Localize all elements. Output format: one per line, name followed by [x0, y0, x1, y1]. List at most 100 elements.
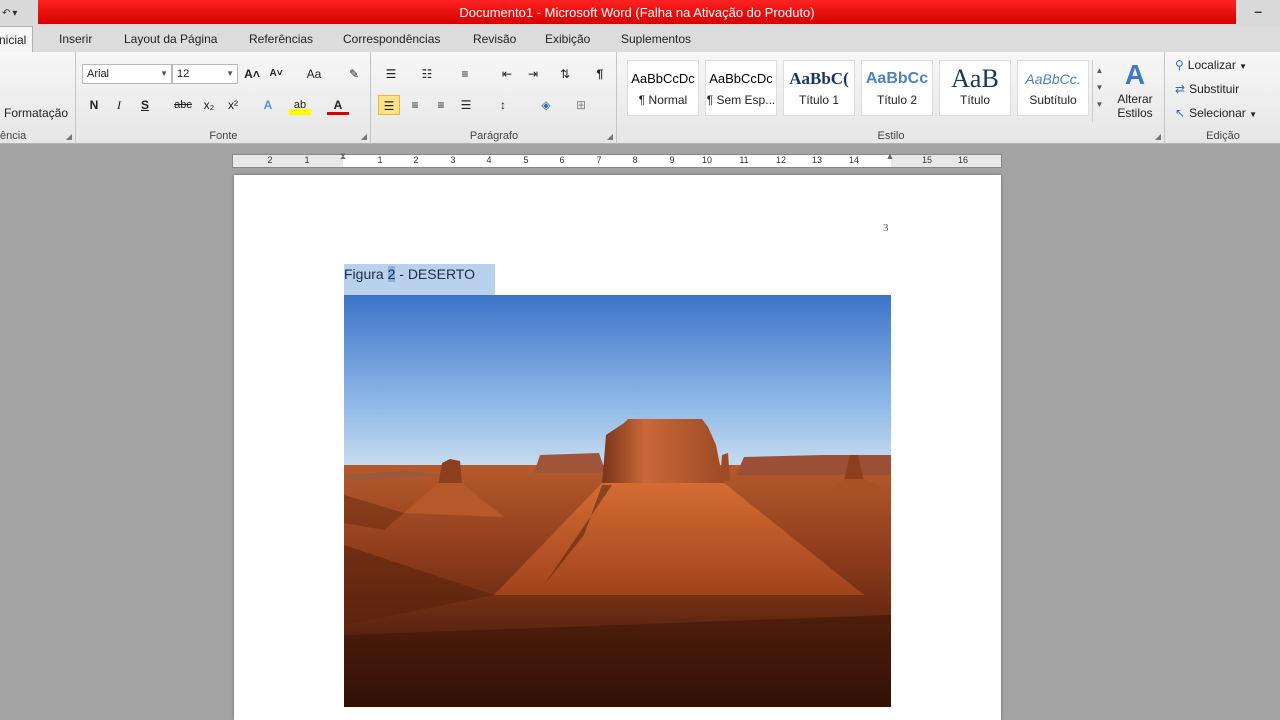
styles-scroll[interactable]: ▲ ▼ ▼	[1092, 60, 1106, 122]
tab-correspondencias[interactable]: Correspondências	[343, 32, 440, 46]
tab-inserir[interactable]: Inserir	[59, 32, 92, 46]
clipboard-group: Formatação ência ◢	[0, 52, 76, 144]
style-name: Subtítulo	[1029, 93, 1077, 107]
chevron-down-icon: ▼	[1239, 62, 1248, 71]
tab-revisao[interactable]: Revisão	[473, 32, 516, 46]
dialog-launcher-icon[interactable]: ◢	[1155, 132, 1161, 141]
clipboard-group-label: ência	[0, 130, 27, 142]
ruler-text-area	[343, 155, 891, 167]
dialog-launcher-icon[interactable]: ◢	[361, 132, 367, 141]
style-preview: AaBbC(	[789, 69, 849, 88]
style-heading-1[interactable]: AaBbC( Título 1	[783, 60, 855, 116]
customize-qat-icon[interactable]: ▾	[12, 8, 17, 19]
style-name: Título	[959, 93, 990, 107]
format-painter-button[interactable]: Formatação	[4, 106, 68, 120]
change-styles-label-1: Alterar	[1117, 92, 1153, 106]
sort-icon[interactable]: ⇅	[554, 64, 576, 84]
multilevel-list-icon[interactable]: ≡	[454, 64, 476, 84]
increase-indent-icon[interactable]: ⇥	[522, 64, 544, 84]
cursor-icon: ↖	[1175, 106, 1186, 120]
text-effects-icon[interactable]: A	[257, 95, 279, 115]
underline-button[interactable]: S	[134, 95, 156, 115]
show-formatting-button[interactable]: ¶	[589, 64, 611, 84]
ruler-number: 3	[450, 155, 456, 165]
tab-layout[interactable]: Layout da Página	[124, 32, 217, 46]
align-center-icon[interactable]: ≡	[404, 95, 426, 115]
ruler-number: 13	[811, 155, 822, 165]
italic-button[interactable]: I	[108, 95, 130, 115]
ruler-area: 2 1 1 2 3 4 5 6 7 8 9 10 11 12 13 14 15 …	[0, 145, 1280, 175]
font-color-icon[interactable]: A	[327, 95, 349, 115]
figure-caption[interactable]: Figura 2 - DESERTO	[344, 264, 495, 295]
shading-icon[interactable]: ◈	[535, 95, 557, 115]
binoculars-icon: ⚲	[1175, 58, 1184, 72]
minimize-ribbon-button[interactable]: –	[1254, 3, 1262, 19]
ruler-number: 5	[523, 155, 529, 165]
find-label: Localizar	[1187, 58, 1236, 72]
change-styles-label-2: Estilos	[1117, 106, 1153, 120]
indent-marker-icon[interactable]: ⧗	[338, 151, 348, 171]
font-group: Arial ▼ 12 ▼ A˄ A˅ Aa ✎ N I S abc x₂ x² …	[77, 52, 371, 144]
select-button[interactable]: ↖ Selecionar ▼	[1175, 106, 1257, 120]
style-preview: AaBbCc.	[1025, 71, 1081, 87]
dialog-launcher-icon[interactable]: ◢	[607, 132, 613, 141]
document-page[interactable]: 3 Figura 2 - DESERTO	[234, 175, 1001, 720]
styles-group-label: Estilo	[877, 130, 905, 142]
font-group-label: Fonte	[209, 130, 238, 142]
ruler-number: 2	[413, 155, 419, 165]
style-name: Título 2	[876, 93, 918, 107]
style-no-spacing[interactable]: AaBbCcDc ¶ Sem Esp...	[705, 60, 777, 116]
bullets-icon[interactable]: ☰	[380, 64, 402, 84]
numbering-icon[interactable]: ☷	[416, 64, 438, 84]
subscript-button[interactable]: x₂	[198, 95, 220, 115]
bold-button[interactable]: N	[83, 95, 105, 115]
grow-font-button[interactable]: A˄	[241, 64, 263, 84]
style-preview: AaBbCcDc	[709, 71, 773, 86]
tab-inicio[interactable]: nicial	[0, 26, 34, 53]
change-case-button[interactable]: Aa	[299, 64, 329, 84]
style-subtitle[interactable]: AaBbCc. Subtítulo	[1017, 60, 1089, 116]
replace-icon: ⇄	[1175, 82, 1186, 96]
font-name-combo[interactable]: Arial ▼	[82, 64, 172, 84]
ruler-number: 4	[486, 155, 492, 165]
style-normal[interactable]: AaBbCcDc ¶ Normal	[627, 60, 699, 116]
ruler-number: 8	[632, 155, 638, 165]
change-styles-button[interactable]: A Alterar Estilos	[1110, 58, 1160, 120]
chevron-down-icon: ▼	[160, 69, 168, 78]
style-name: Título 1	[798, 93, 840, 107]
caption-suffix: - DESERTO	[395, 266, 475, 282]
ruler-number: 15	[921, 155, 932, 165]
ruler-number: 1	[304, 155, 310, 165]
undo-icon[interactable]: ↶	[2, 8, 10, 19]
chevron-down-icon: ▼	[1249, 110, 1258, 119]
replace-button[interactable]: ⇄ Substituir	[1175, 82, 1239, 96]
justify-icon[interactable]: ☰	[455, 95, 477, 115]
ruler-number: 10	[701, 155, 712, 165]
find-button[interactable]: ⚲ Localizar ▼	[1175, 58, 1247, 72]
line-spacing-icon[interactable]: ↕	[492, 95, 514, 115]
decrease-indent-icon[interactable]: ⇤	[496, 64, 518, 84]
borders-icon[interactable]: ⊞	[570, 95, 592, 115]
style-heading-2[interactable]: AaBbCc Título 2	[861, 60, 933, 116]
right-indent-marker-icon[interactable]: ▲	[885, 151, 895, 171]
shrink-font-button[interactable]: A˅	[265, 64, 287, 84]
chevron-up-icon[interactable]: ▲	[1093, 66, 1106, 75]
chevron-down-icon: ▼	[226, 69, 234, 78]
align-right-icon[interactable]: ≡	[430, 95, 452, 115]
strikethrough-button[interactable]: abc	[172, 95, 194, 115]
font-size-combo[interactable]: 12 ▼	[172, 64, 238, 84]
align-left-icon[interactable]: ☰	[378, 95, 400, 115]
clear-formatting-icon[interactable]: ✎	[343, 64, 365, 84]
desert-picture[interactable]	[344, 295, 891, 707]
style-title[interactable]: AaB Título	[939, 60, 1011, 116]
superscript-button[interactable]: x²	[222, 95, 244, 115]
horizontal-ruler[interactable]: 2 1 1 2 3 4 5 6 7 8 9 10 11 12 13 14 15 …	[232, 151, 1002, 171]
chevron-down-icon[interactable]: ▼	[1093, 83, 1106, 92]
highlight-icon[interactable]: ab	[289, 95, 311, 115]
dialog-launcher-icon[interactable]: ◢	[66, 132, 72, 141]
more-icon[interactable]: ▼	[1093, 100, 1106, 109]
tab-exibicao[interactable]: Exibição	[545, 32, 590, 46]
ribbon: Formatação ência ◢ Arial ▼ 12 ▼ A˄ A˅ Aa…	[0, 52, 1280, 144]
tab-suplementos[interactable]: Suplementos	[621, 32, 691, 46]
tab-referencias[interactable]: Referências	[249, 32, 313, 46]
